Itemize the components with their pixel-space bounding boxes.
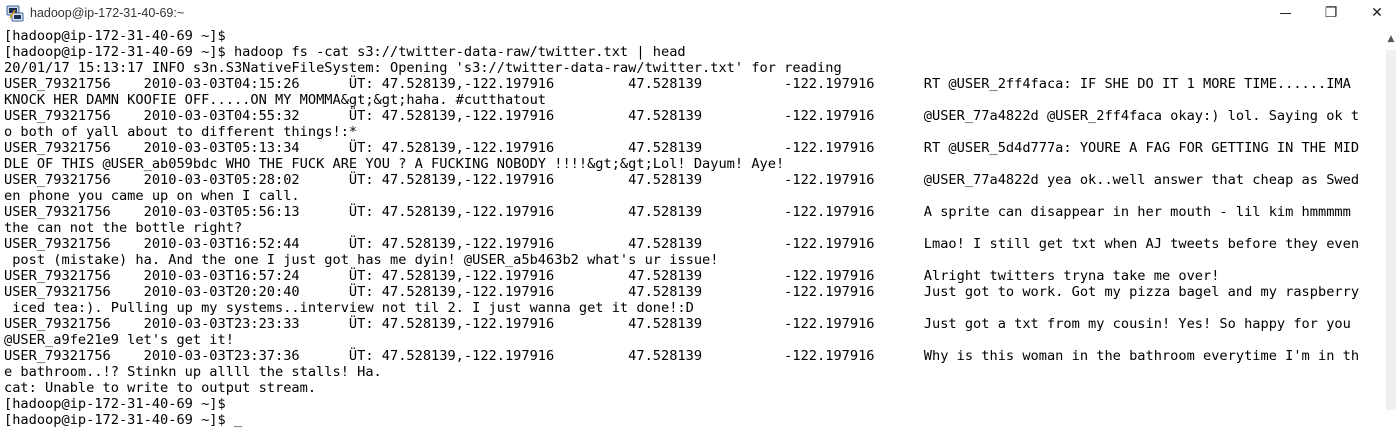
- terminal-window: hadoop@ip-172-31-40-69:~ ❐ ✕ [hadoop@ip-…: [0, 0, 1400, 432]
- terminal-line: post (mistake) ha. And the one I just go…: [4, 252, 719, 268]
- restore-button[interactable]: ❐: [1308, 0, 1354, 26]
- window-title: hadoop@ip-172-31-40-69:~: [30, 6, 185, 20]
- minimize-button[interactable]: [1262, 0, 1308, 26]
- terminal-output-area[interactable]: [hadoop@ip-172-31-40-69 ~]$ [hadoop@ip-1…: [0, 28, 1382, 432]
- terminal-line: DLE OF THIS @USER_ab059bdc WHO THE FUCK …: [4, 156, 785, 172]
- terminal-line: [hadoop@ip-172-31-40-69 ~]$: [4, 28, 226, 44]
- restore-icon: ❐: [1324, 5, 1338, 21]
- terminal-line: [hadoop@ip-172-31-40-69 ~]$: [4, 396, 226, 412]
- terminal-line: [hadoop@ip-172-31-40-69 ~]$ hadoop fs -c…: [4, 44, 686, 60]
- terminal-line: USER_79321756 2010-03-03T23:23:33 ÜT: 47…: [4, 316, 1351, 332]
- window-controls: ❐ ✕: [1262, 0, 1400, 26]
- terminal-line: e bathroom..!? Stinkn up allll the stall…: [4, 364, 382, 380]
- terminal-line: USER_79321756 2010-03-03T16:57:24 ÜT: 47…: [4, 268, 1220, 284]
- terminal-line: USER_79321756 2010-03-03T05:13:34 ÜT: 47…: [4, 140, 1360, 156]
- terminal-prompt-line: [hadoop@ip-172-31-40-69 ~]$: [4, 412, 234, 428]
- terminal-line: USER_79321756 2010-03-03T05:28:02 ÜT: 47…: [4, 172, 1360, 188]
- terminal-line: USER_79321756 2010-03-03T23:37:36 ÜT: 47…: [4, 348, 1360, 364]
- scrollbar-thumb[interactable]: [1386, 50, 1396, 410]
- terminal-line: 20/01/17 15:13:17 INFO s3n.S3NativeFileS…: [4, 60, 842, 76]
- minimize-icon: [1279, 12, 1291, 14]
- scroll-up-arrow-icon[interactable]: ▲: [1382, 32, 1400, 46]
- terminal-line: KNOCK HER DAMN KOOFIE OFF.....ON MY MOMM…: [4, 92, 547, 108]
- terminal-line: USER_79321756 2010-03-03T20:20:40 ÜT: 47…: [4, 284, 1360, 300]
- terminal-line: USER_79321756 2010-03-03T05:56:13 ÜT: 47…: [4, 204, 1351, 220]
- close-button[interactable]: ✕: [1354, 0, 1400, 26]
- close-icon: ✕: [1371, 5, 1383, 21]
- title-bar[interactable]: hadoop@ip-172-31-40-69:~ ❐ ✕: [0, 0, 1400, 26]
- terminal-line: the can not the bottle right?: [4, 220, 243, 236]
- terminal-output: [hadoop@ip-172-31-40-69 ~]$ [hadoop@ip-1…: [0, 28, 1382, 428]
- vertical-scrollbar[interactable]: ▲: [1382, 28, 1400, 432]
- terminal-line: iced tea:). Pulling up my systems..inter…: [4, 300, 694, 316]
- terminal-line: o both of yall about to different things…: [4, 124, 358, 140]
- terminal-line: @USER_a9fe21e9 let's get it!: [4, 332, 234, 348]
- terminal-line: USER_79321756 2010-03-03T04:15:26 ÜT: 47…: [4, 76, 1351, 92]
- terminal-line: cat: Unable to write to output stream.: [4, 380, 317, 396]
- terminal-line: USER_79321756 2010-03-03T04:55:32 ÜT: 47…: [4, 108, 1360, 124]
- terminal-line: en phone you came up on when I call.: [4, 188, 300, 204]
- terminal-line: USER_79321756 2010-03-03T16:52:44 ÜT: 47…: [4, 236, 1360, 252]
- putty-app-icon[interactable]: [6, 4, 24, 22]
- text-cursor: _: [233, 412, 243, 428]
